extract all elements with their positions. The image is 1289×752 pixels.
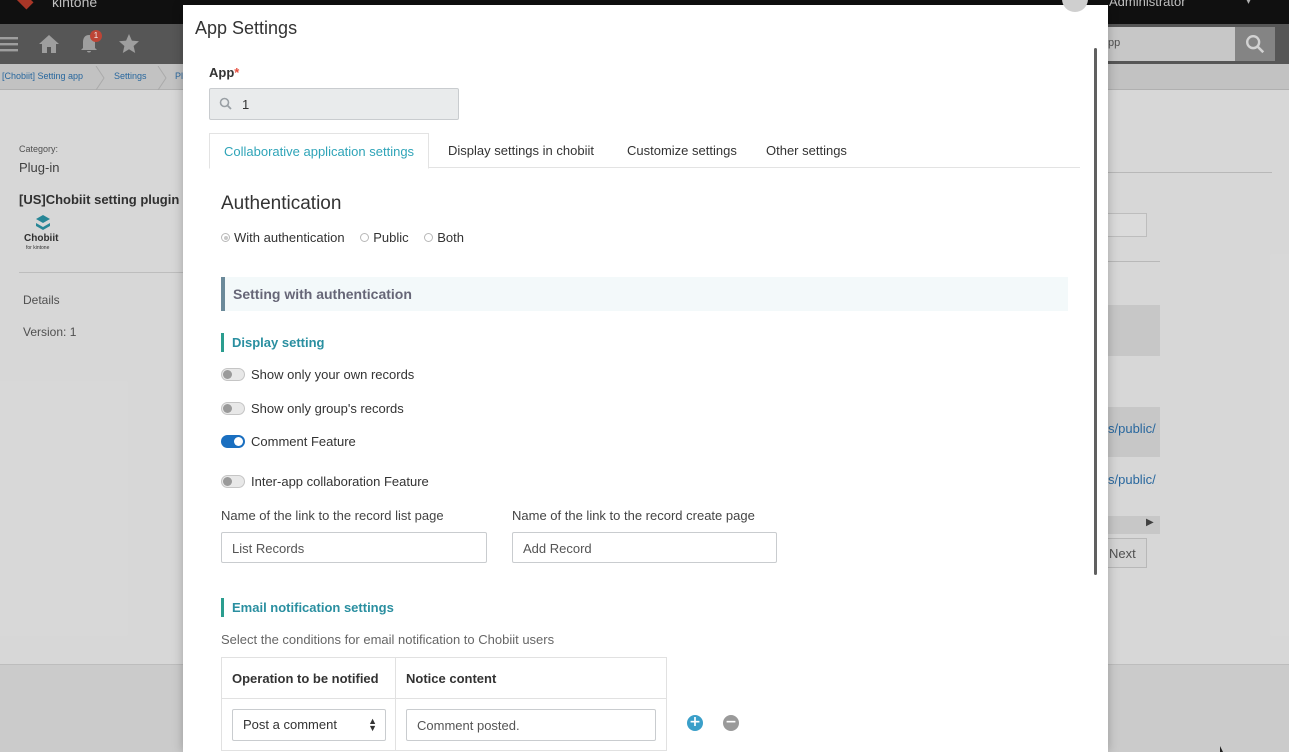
tab-customize-settings[interactable]: Customize settings [613, 133, 751, 169]
authentication-radio-group: With authentication Public Both [221, 230, 476, 245]
radio-both[interactable]: Both [424, 230, 464, 245]
toggle-switch[interactable] [221, 435, 245, 448]
app-input-value: 1 [242, 97, 250, 112]
radio-button[interactable] [221, 233, 230, 242]
radio-button[interactable] [360, 233, 370, 242]
email-notification-hint: Select the conditions for email notifica… [221, 632, 555, 647]
notice-content-input[interactable]: Comment posted. [406, 709, 656, 741]
operation-cell: Post a comment ▲ ▼ [221, 698, 396, 751]
search-icon [219, 97, 232, 110]
app-field-label-text: App [209, 65, 235, 80]
display-setting-header: Display setting [221, 333, 324, 352]
radio-label: With authentication [234, 230, 345, 245]
required-mark: * [234, 65, 240, 80]
select-caret-icon: ▲ ▼ [368, 716, 377, 733]
radio-button[interactable] [424, 233, 434, 242]
toggle-switch[interactable] [221, 368, 245, 381]
toggle-label: Inter-app collaboration Feature [251, 474, 429, 489]
display-setting-title: Display setting [232, 335, 325, 350]
modal-title: App Settings [195, 18, 298, 38]
toggle-label: Comment Feature [251, 434, 356, 449]
plus-icon: + [689, 714, 701, 730]
modal-scrollbar[interactable] [1094, 48, 1097, 575]
toggle-switch[interactable] [221, 402, 245, 415]
notice-content-value: Comment posted. [417, 718, 520, 733]
create-link-label: Name of the link to the record create pa… [512, 508, 755, 523]
operation-select-value: Post a comment [243, 717, 337, 732]
email-notification-title: Email notification settings [232, 600, 394, 615]
table-header-row: Operation to be notified Notice content [221, 657, 667, 699]
list-link-input[interactable]: List Records [221, 532, 487, 563]
toggle-label: Show only your own records [251, 367, 415, 382]
radio-label: Public [373, 230, 409, 245]
remove-row-button[interactable]: − [723, 715, 739, 731]
radio-with-authentication[interactable]: With authentication [221, 230, 345, 245]
toggle-label: Show only group's records [251, 401, 404, 416]
tab-other-settings[interactable]: Other settings [752, 133, 861, 169]
toggle-switch[interactable] [221, 475, 245, 488]
minus-icon: − [725, 714, 737, 730]
app-field-label: App* [209, 65, 239, 80]
notification-table: Operation to be notified Notice content … [221, 657, 667, 751]
panel-header-text: Setting with authentication [233, 286, 412, 302]
column-header-notice-content: Notice content [395, 657, 667, 699]
list-link-label: Name of the link to the record list page [221, 508, 444, 523]
column-header-operation: Operation to be notified [221, 657, 396, 699]
authentication-title: Authentication [221, 193, 342, 214]
radio-label: Both [437, 230, 464, 245]
add-row-button[interactable]: + [687, 715, 703, 731]
table-row: Post a comment ▲ ▼ Comment posted. [221, 698, 667, 751]
app-search-input[interactable]: 1 [209, 88, 459, 120]
tab-collaborative-application-settings[interactable]: Collaborative application settings [209, 133, 430, 169]
create-link-input[interactable]: Add Record [512, 532, 777, 563]
tab-display-settings[interactable]: Display settings in chobiit [434, 133, 608, 169]
notice-content-cell: Comment posted. [395, 698, 667, 751]
list-link-value: List Records [232, 541, 305, 556]
radio-public[interactable]: Public [360, 230, 409, 245]
email-notification-header: Email notification settings [221, 598, 394, 617]
operation-select[interactable]: Post a comment ▲ ▼ [232, 709, 386, 741]
setting-with-authentication-header: Setting with authentication [221, 277, 1068, 311]
app-settings-modal: App Settings App* 1 Collaborative applic… [183, 5, 1108, 752]
create-link-value: Add Record [523, 541, 592, 556]
settings-tabs: Collaborative application settings Displ… [209, 133, 1080, 169]
